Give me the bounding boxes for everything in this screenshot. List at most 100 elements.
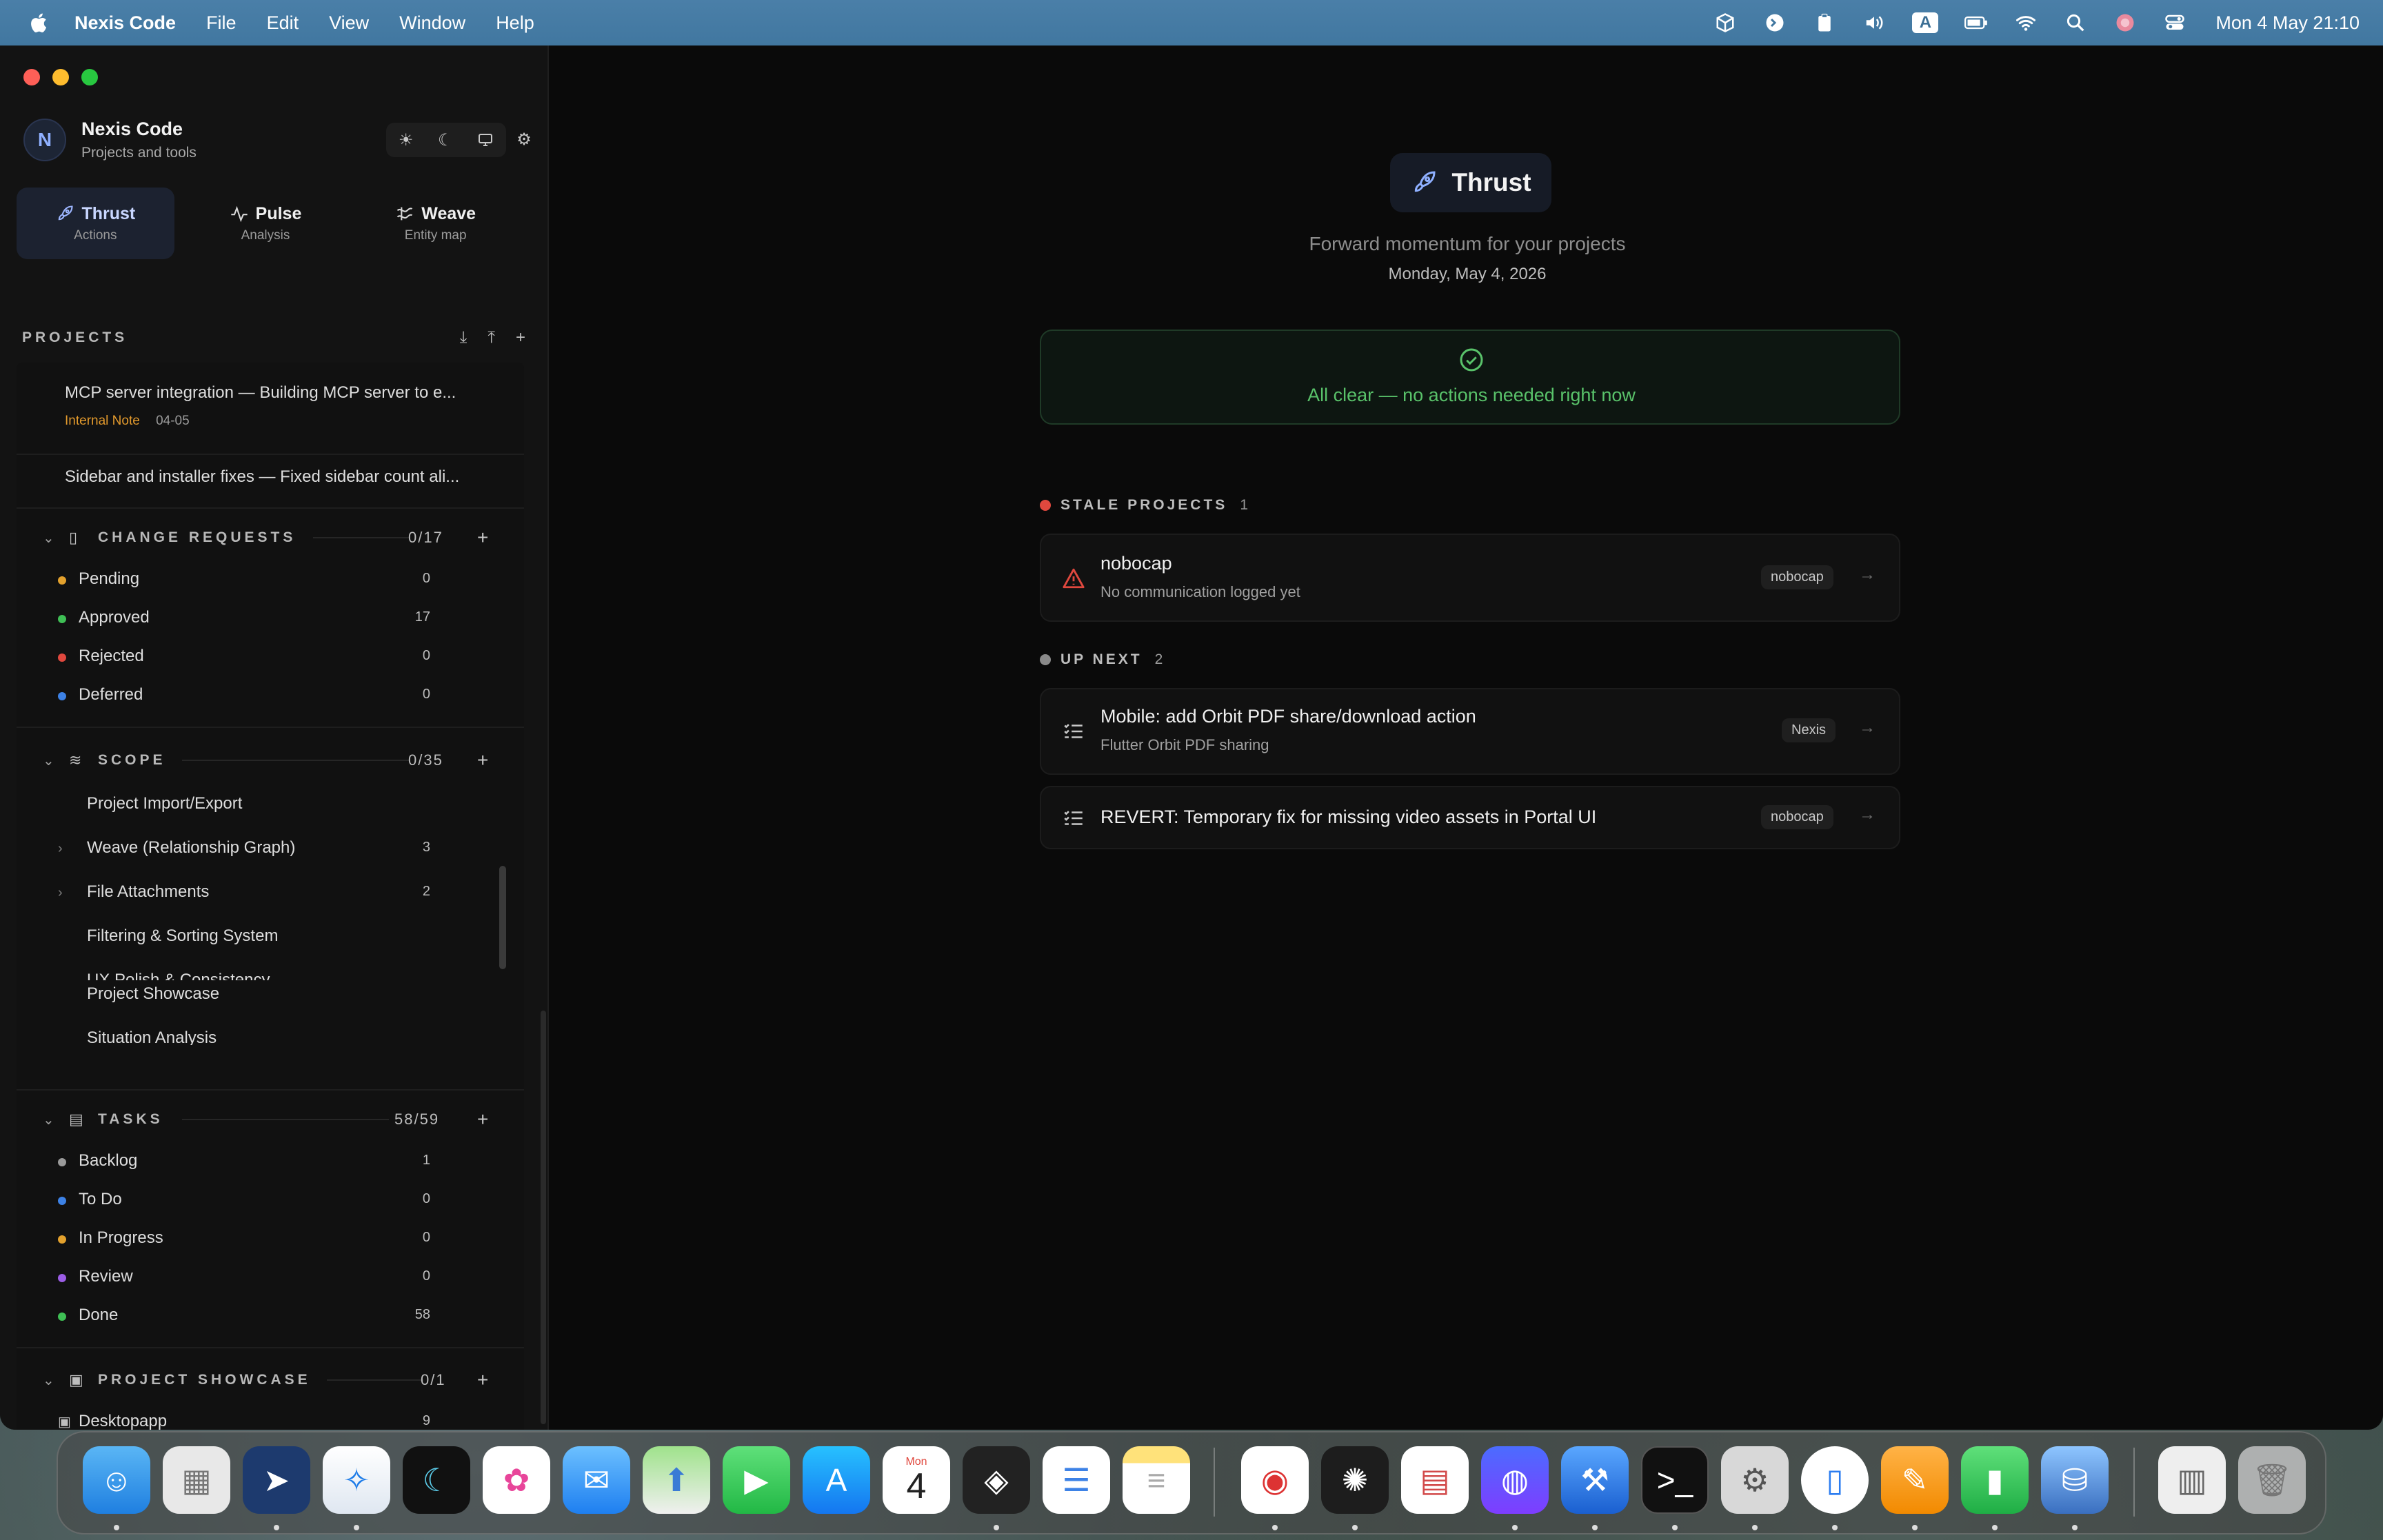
list-item[interactable]: Deferred 0 — [17, 681, 524, 711]
list-item[interactable]: Done 58 — [17, 1301, 524, 1332]
tab-pulse[interactable]: Pulse Analysis — [187, 188, 345, 259]
list-item[interactable]: Approved 17 — [17, 604, 524, 634]
spotlight-search-icon[interactable] — [2064, 11, 2087, 34]
list-item[interactable]: In Progress 0 — [17, 1224, 524, 1255]
close-window-button[interactable] — [23, 69, 40, 85]
menu-help[interactable]: Help — [496, 12, 534, 34]
archive-icon[interactable]: ▥ — [2158, 1446, 2226, 1514]
arrow-right-icon[interactable]: → — [1859, 565, 1876, 585]
unity-icon[interactable]: ◈ — [963, 1446, 1030, 1514]
input-source-badge[interactable]: A — [1912, 12, 1939, 33]
simulator-icon[interactable]: ▯ — [1801, 1446, 1869, 1514]
terminal-status-icon[interactable] — [1763, 11, 1787, 34]
add-showcase-icon[interactable]: + — [477, 1369, 488, 1391]
launchpad-icon[interactable]: ▦ — [163, 1446, 230, 1514]
list-item[interactable]: Rejected 0 — [17, 642, 524, 673]
battery-icon[interactable] — [1964, 11, 1988, 34]
volume-icon[interactable] — [1862, 11, 1886, 34]
scope-list[interactable]: Project Import/Export › Weave (Relations… — [17, 790, 524, 980]
photos-icon[interactable]: ✿ — [483, 1446, 550, 1514]
menubar-clock[interactable]: Mon 4 May 21:10 — [2215, 12, 2360, 34]
list-item[interactable]: To Do 0 — [17, 1186, 524, 1216]
apple-menu-icon[interactable] — [26, 9, 50, 37]
calendar-icon[interactable]: Mon 4 — [883, 1446, 950, 1514]
chevron-down-icon[interactable]: ⌄ — [43, 1372, 54, 1389]
facetime-icon[interactable]: ▶ — [723, 1446, 790, 1514]
system-theme-monitor-icon[interactable] — [477, 132, 494, 148]
list-item[interactable]: Review 0 — [17, 1263, 524, 1293]
list-item[interactable]: Backlog 1 — [17, 1147, 524, 1177]
chevron-down-icon[interactable]: ⌄ — [43, 752, 54, 769]
app-store-icon[interactable]: A — [803, 1446, 870, 1514]
menu-file[interactable]: File — [206, 12, 237, 34]
list-item[interactable]: › File Attachments 2 — [17, 878, 524, 909]
sidebar-scrollbar[interactable] — [541, 1011, 546, 1424]
projects-scroll-area[interactable]: MCP server integration — Building MCP se… — [17, 363, 524, 1430]
list-item[interactable]: UX Polish & Consistency — [17, 966, 524, 980]
menubar-app-name[interactable]: Nexis Code — [74, 12, 176, 34]
arrow-right-icon[interactable]: → — [1859, 718, 1876, 738]
chevron-down-icon[interactable]: ⌄ — [43, 1111, 54, 1128]
mail-icon[interactable]: ✉ — [563, 1446, 630, 1514]
control-center-icon[interactable] — [2163, 11, 2186, 34]
scope-scrollbar[interactable] — [499, 866, 506, 969]
tasks-header[interactable]: ⌄ ▤ TASKS 58/59 + — [17, 1104, 524, 1135]
add-project-icon[interactable]: + — [516, 328, 525, 347]
spreadsheet-icon[interactable]: ▤ — [1401, 1446, 1469, 1514]
menu-edit[interactable]: Edit — [267, 12, 299, 34]
list-item[interactable]: Project Showcase — [17, 980, 524, 1011]
list-item[interactable]: Project Import/Export — [17, 790, 524, 820]
reminders-icon[interactable]: ☰ — [1043, 1446, 1110, 1514]
finder-icon[interactable]: ☺ — [83, 1446, 150, 1514]
add-scope-icon[interactable]: + — [477, 749, 488, 771]
add-change-request-icon[interactable]: + — [477, 527, 488, 549]
send-app-icon[interactable]: ➤ — [243, 1446, 310, 1514]
list-item[interactable]: MCP server integration — Building MCP se… — [17, 383, 524, 445]
arrow-right-icon[interactable]: → — [1859, 805, 1876, 824]
settings-gear-icon[interactable]: ⚙ — [510, 125, 538, 153]
list-item[interactable]: Sidebar and installer fixes — Fixed side… — [17, 467, 524, 502]
chatgpt-icon[interactable]: ✺ — [1321, 1446, 1389, 1514]
upload-icon[interactable]: ⤒ — [487, 328, 495, 347]
list-item[interactable]: ▣ Desktopapp 9 — [17, 1408, 524, 1430]
stale-project-card[interactable]: nobocap No communication logged yet nobo… — [1040, 534, 1900, 622]
disk-utility-icon[interactable]: ⛁ — [2041, 1446, 2109, 1514]
system-settings-icon[interactable]: ⚙ — [1721, 1446, 1789, 1514]
maps-icon[interactable]: ⬆ — [643, 1446, 710, 1514]
list-item[interactable]: › Weave (Relationship Graph) 3 — [17, 834, 524, 864]
numbers-icon[interactable]: ▮ — [1961, 1446, 2029, 1514]
minimize-window-button[interactable] — [52, 69, 69, 85]
messenger-icon[interactable]: ◍ — [1481, 1446, 1549, 1514]
chrome-icon[interactable]: ◉ — [1241, 1446, 1309, 1514]
download-icon[interactable]: ⤓ — [460, 328, 467, 347]
menu-view[interactable]: View — [329, 12, 369, 34]
avatar[interactable]: N — [23, 119, 66, 161]
menu-window[interactable]: Window — [399, 12, 465, 34]
zoom-window-button[interactable] — [81, 69, 98, 85]
siri-icon[interactable] — [2113, 11, 2137, 34]
dark-theme-moon-icon[interactable]: ☾ — [438, 130, 453, 150]
notes-icon[interactable]: ≡ — [1123, 1446, 1190, 1514]
tab-thrust[interactable]: Thrust Actions — [17, 188, 174, 259]
list-item[interactable]: Filtering & Sorting System — [17, 922, 524, 953]
package-status-icon[interactable] — [1713, 11, 1737, 34]
add-task-icon[interactable]: + — [477, 1108, 488, 1131]
scope-list-continued[interactable]: Project Showcase Situation Analysis — [17, 980, 524, 1070]
terminal-icon[interactable]: >_ — [1641, 1446, 1709, 1514]
list-item[interactable]: Situation Analysis — [17, 1024, 524, 1045]
arc-browser-icon[interactable]: ☾ — [403, 1446, 470, 1514]
trash-icon[interactable]: 🗑 — [2238, 1446, 2306, 1514]
light-theme-sun-icon[interactable]: ☀ — [399, 130, 414, 150]
list-item[interactable]: Pending 0 — [17, 565, 524, 596]
chevron-right-icon[interactable]: › — [58, 841, 63, 857]
tab-weave[interactable]: Weave Entity map — [356, 188, 514, 259]
safari-icon[interactable]: ✧ — [323, 1446, 390, 1514]
pages-icon[interactable]: ✎ — [1881, 1446, 1949, 1514]
chevron-down-icon[interactable]: ⌄ — [43, 529, 54, 547]
change-requests-header[interactable]: ⌄ ▯ CHANGE REQUESTS 0/17 + — [17, 523, 524, 553]
up-next-card[interactable]: Mobile: add Orbit PDF share/download act… — [1040, 688, 1900, 775]
clipboard-status-icon[interactable] — [1813, 11, 1836, 34]
up-next-card[interactable]: REVERT: Temporary fix for missing video … — [1040, 786, 1900, 849]
wifi-icon[interactable] — [2014, 11, 2038, 34]
xcode-hammer-icon[interactable]: ⚒ — [1561, 1446, 1629, 1514]
